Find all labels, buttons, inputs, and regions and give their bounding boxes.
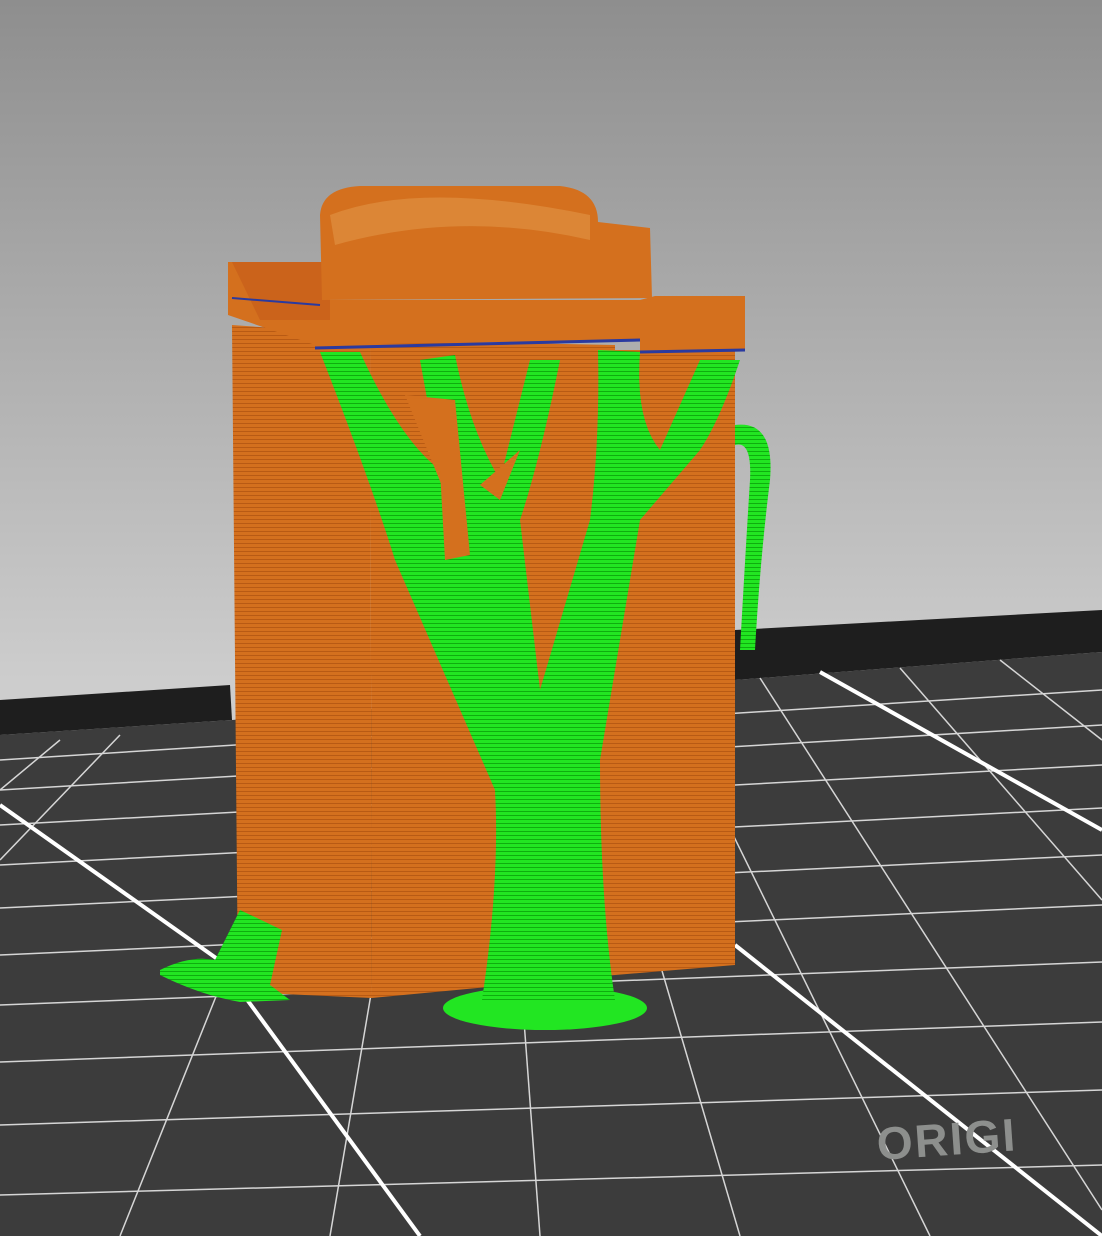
scene[interactable]: ORIGI <box>0 0 1102 1236</box>
bed-logo: ORIGI <box>875 1108 1019 1170</box>
3d-viewport[interactable]: ORIGI <box>0 0 1102 1236</box>
